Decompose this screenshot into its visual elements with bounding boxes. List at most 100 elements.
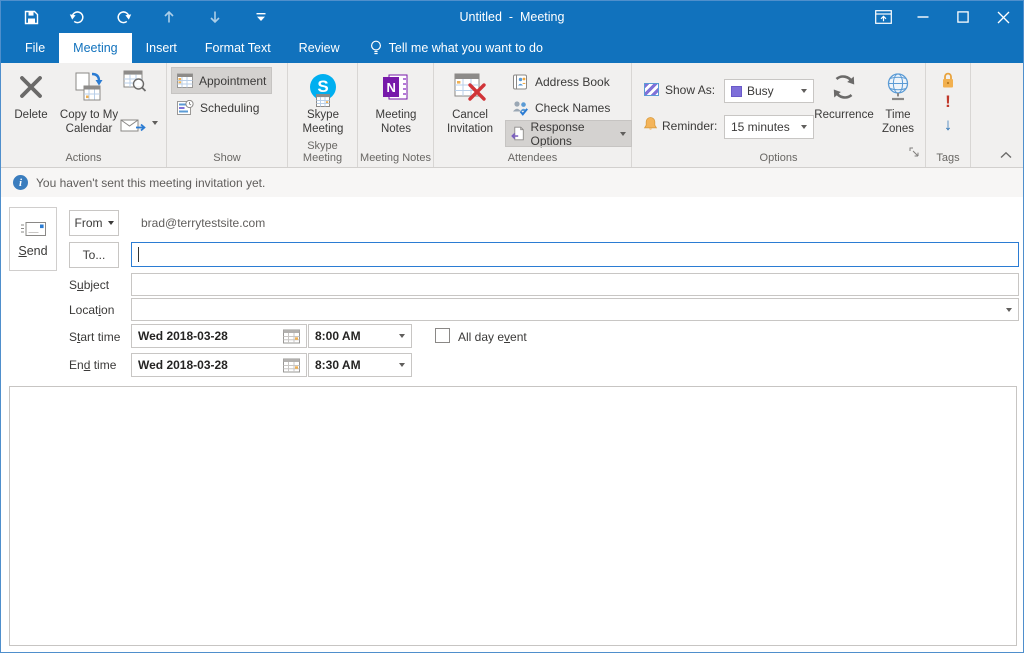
move-up-icon [164, 10, 174, 23]
reminder-bell-icon [643, 116, 658, 137]
copy-to-my-calendar-button[interactable]: Copy to My Calendar [57, 65, 121, 136]
scheduling-button[interactable]: Scheduling [172, 95, 264, 120]
group-actions: Delete Copy to My Calendar Actions [1, 63, 167, 167]
recurrence-button[interactable]: Recurrence [814, 65, 874, 123]
delete-x-icon [20, 76, 42, 98]
customize-quick-access-button[interactable] [245, 1, 277, 33]
reminder-label: Reminder: [662, 119, 718, 133]
show-as-dropdown[interactable]: Busy [724, 79, 814, 103]
time-zones-button[interactable]: Time Zones [873, 65, 923, 136]
minimize-icon [917, 16, 929, 18]
collapse-ribbon-button[interactable] [993, 147, 1019, 163]
start-date-value: Wed 2018-03-28 [138, 329, 228, 343]
scheduling-label: Scheduling [200, 100, 260, 115]
tell-me-box[interactable]: Tell me what you want to do [358, 33, 555, 63]
maximize-icon [957, 11, 969, 23]
from-button[interactable]: From [69, 210, 119, 236]
from-value: brad@terrytestsite.com [141, 216, 266, 230]
start-time-dropdown[interactable]: 8:00 AM [308, 324, 412, 348]
info-icon [13, 175, 28, 190]
response-options-button[interactable]: Response Options [505, 120, 632, 148]
group-meeting-notes: N Meeting Notes Meeting Notes [358, 63, 434, 167]
tab-meeting[interactable]: Meeting [59, 33, 132, 63]
subject-label: Subject [69, 278, 110, 292]
private-button[interactable] [926, 71, 970, 89]
meeting-form: Send From brad@terrytestsite.com To... S… [1, 197, 1023, 386]
tab-file[interactable]: File [11, 33, 59, 63]
onenote-icon: N [383, 74, 408, 100]
time-zones-label-line1: Time [885, 109, 911, 121]
check-names-label: Check Names [535, 100, 611, 115]
skype-label-line2: Meeting [302, 122, 344, 135]
lightbulb-icon [370, 40, 381, 55]
delete-button[interactable]: Delete [5, 65, 57, 123]
check-names-icon [513, 100, 528, 116]
show-as-caret-icon [801, 89, 807, 93]
save-button[interactable] [15, 1, 47, 33]
low-importance-button[interactable]: ↓ [926, 115, 970, 135]
location-input[interactable] [131, 298, 1019, 321]
minimize-button[interactable] [903, 1, 943, 33]
end-time-value: 8:30 AM [315, 358, 361, 372]
start-date-input[interactable]: Wed 2018-03-28 [131, 324, 307, 348]
message-body-editor[interactable] [9, 386, 1017, 646]
maximize-button[interactable] [943, 1, 983, 33]
address-book-button[interactable]: Address Book [506, 69, 615, 94]
calendar-view-button[interactable] [123, 69, 147, 98]
cancel-invitation-button[interactable]: Cancel Invitation [437, 65, 503, 136]
address-book-icon [513, 74, 527, 89]
title-bar: Untitled - Meeting [1, 1, 1023, 33]
previous-item-button[interactable] [153, 1, 185, 33]
subject-input[interactable] [131, 273, 1019, 296]
group-label-skype: Skype Meeting [302, 140, 343, 164]
tab-insert[interactable]: Insert [132, 33, 191, 63]
close-button[interactable] [983, 1, 1023, 33]
end-date-value: Wed 2018-03-28 [138, 358, 228, 372]
group-label-meeting-notes: Meeting Notes [360, 152, 431, 164]
send-button[interactable]: Send [9, 207, 57, 271]
forward-button[interactable] [119, 113, 158, 133]
reminder-dropdown[interactable]: 15 minutes [724, 115, 814, 139]
group-tags: ! ↓ Tags [926, 63, 971, 167]
to-button[interactable]: To... [69, 242, 119, 268]
info-bar: You haven't sent this meeting invitation… [1, 168, 1023, 197]
appointment-button[interactable]: Appointment [170, 67, 273, 94]
reminder-caret-icon [801, 125, 807, 129]
quick-access-toolbar [15, 1, 277, 33]
all-day-checkbox[interactable] [435, 328, 450, 343]
time-zones-label-line2: Zones [882, 122, 914, 135]
close-icon [997, 11, 1009, 23]
high-importance-button[interactable]: ! [926, 92, 970, 112]
to-input[interactable] [131, 242, 1019, 267]
delete-label: Delete [14, 109, 48, 121]
redo-icon [116, 11, 131, 24]
undo-icon [69, 11, 84, 24]
end-time-dropdown[interactable]: 8:30 AM [308, 353, 412, 377]
start-time-caret-icon [399, 334, 405, 338]
time-zones-globe-icon [887, 73, 909, 101]
ribbon-display-options-button[interactable] [863, 1, 903, 33]
all-day-label: All day event [458, 330, 527, 344]
location-label: Location [69, 303, 115, 317]
skype-meeting-button[interactable]: S Skype Meeting [291, 65, 355, 136]
tab-review[interactable]: Review [285, 33, 354, 63]
forward-envelope-icon [120, 119, 146, 132]
send-label: Send [18, 244, 48, 258]
calendar-search-icon [123, 70, 147, 92]
cancel-calendar-icon [454, 73, 486, 101]
show-as-label: Show As: [665, 83, 716, 97]
meeting-notes-button[interactable]: N Meeting Notes [362, 65, 430, 136]
check-names-button[interactable]: Check Names [506, 95, 615, 120]
ribbon-display-options-icon [874, 10, 892, 24]
redo-button[interactable] [107, 1, 139, 33]
tell-me-label: Tell me what you want to do [388, 41, 543, 55]
scheduling-icon [177, 100, 194, 115]
tab-format-text[interactable]: Format Text [191, 33, 285, 63]
move-down-icon [210, 11, 220, 24]
to-button-label: To... [82, 248, 106, 262]
next-item-button[interactable] [199, 1, 231, 33]
info-message: You haven't sent this meeting invitation… [36, 175, 266, 190]
private-lock-icon [943, 72, 953, 88]
undo-button[interactable] [61, 1, 93, 33]
end-date-input[interactable]: Wed 2018-03-28 [131, 353, 307, 377]
